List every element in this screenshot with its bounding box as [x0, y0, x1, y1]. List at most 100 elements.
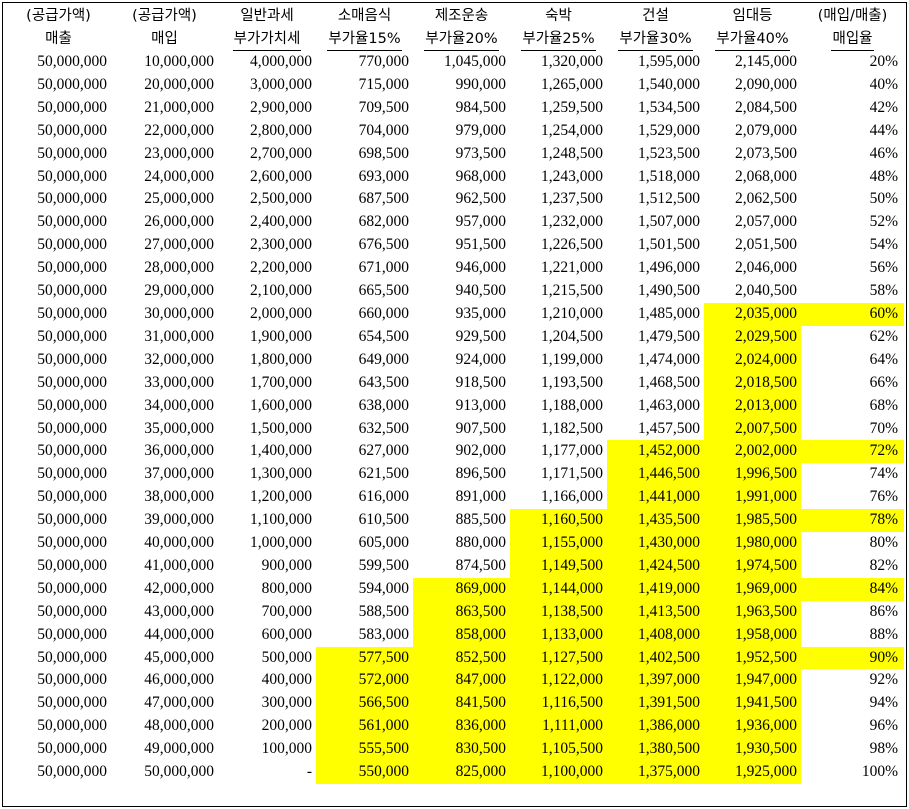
- purchase-cell: 48,000,000: [144, 717, 214, 735]
- table-row: 50,000,000 23,000,000 2,700,000 698,500 973,…: [6, 143, 904, 166]
- sales-cell: 50,000,000: [37, 763, 107, 781]
- lodging-vat-cell: 1,166,000: [541, 488, 603, 506]
- purchase-ratio-cell: 88%: [869, 625, 898, 643]
- retail-food-vat-cell: 654,500: [358, 327, 409, 345]
- header-purchase-top: (공급가액): [132, 8, 197, 24]
- retail-food-vat-cell: 550,000: [316, 761, 413, 784]
- construction-vat-cell: 1,540,000: [638, 75, 700, 93]
- rental-vat-cell: 1,974,500: [704, 554, 801, 578]
- table-row: 50,000,000 29,000,000 2,100,000 665,500 940,…: [6, 280, 904, 303]
- purchase-ratio-cell: 98%: [869, 740, 898, 758]
- construction-vat-cell: 1,380,500: [607, 738, 704, 762]
- sales-cell: 50,000,000: [37, 327, 107, 345]
- rental-vat-cell: 1,947,000: [704, 669, 801, 693]
- vat-table-sheet: (공급가액) (공급가액) 일반과세 소매음식 제조운송 숙박 건설 임대등 (…: [2, 2, 907, 807]
- sales-cell: 50,000,000: [37, 98, 107, 116]
- table-row: 50,000,000 34,000,000 1,600,000 638,000 913,…: [6, 394, 904, 418]
- purchase-ratio-cell: 54%: [869, 236, 898, 254]
- construction-vat-cell: 1,490,500: [638, 282, 700, 300]
- manufacturing-transport-vat-cell: 830,500: [413, 738, 510, 762]
- purchase-ratio-cell: 78%: [801, 509, 904, 533]
- table-row: 50,000,000 35,000,000 1,500,000 632,500 907,…: [6, 417, 904, 441]
- sales-cell: 50,000,000: [37, 53, 107, 70]
- purchase-cell: 50,000,000: [144, 763, 214, 781]
- purchase-ratio-cell: 58%: [869, 282, 898, 300]
- purchase-cell: 45,000,000: [144, 648, 214, 666]
- purchase-ratio-cell: 42%: [869, 98, 898, 116]
- manufacturing-transport-vat-cell: 973,500: [455, 144, 506, 162]
- table-row: 50,000,000 30,000,000 2,000,000 660,000 935,…: [6, 302, 904, 326]
- header-row-top: (공급가액) (공급가액) 일반과세 소매음식 제조운송 숙박 건설 임대등 (…: [6, 5, 904, 28]
- general-vat-cell: 2,800,000: [250, 121, 312, 139]
- general-vat-cell: 1,200,000: [250, 488, 312, 506]
- retail-food-vat-cell: 605,000: [358, 534, 409, 552]
- construction-vat-cell: 1,419,000: [607, 577, 704, 601]
- retail-food-vat-cell: 698,500: [358, 144, 409, 162]
- general-vat-cell: 800,000: [261, 579, 312, 597]
- table-row: 50,000,000 10,000,000 4,000,000 770,000 1,04…: [6, 51, 904, 74]
- sales-cell: 50,000,000: [37, 373, 107, 391]
- lodging-vat-cell: 1,204,500: [541, 327, 603, 345]
- construction-vat-cell: 1,430,000: [607, 532, 704, 555]
- sales-cell: 50,000,000: [37, 648, 107, 666]
- purchase-cell: 10,000,000: [144, 53, 214, 70]
- lodging-vat-cell: 1,127,500: [510, 646, 607, 670]
- construction-vat-cell: 1,424,500: [607, 554, 704, 578]
- rental-vat-cell: 2,002,000: [704, 440, 801, 464]
- lodging-vat-cell: 1,122,000: [510, 669, 607, 693]
- manufacturing-transport-vat-cell: 896,500: [455, 465, 506, 483]
- manufacturing-transport-vat-cell: 1,045,000: [444, 53, 506, 70]
- construction-vat-cell: 1,402,500: [607, 646, 704, 670]
- manufacturing-transport-vat-cell: 863,500: [413, 600, 510, 624]
- general-vat-cell: 1,000,000: [250, 534, 312, 552]
- general-vat-cell: 200,000: [261, 717, 312, 735]
- manufacturing-transport-vat-cell: 968,000: [455, 167, 506, 185]
- manufacturing-transport-vat-cell: 885,500: [455, 511, 506, 529]
- sales-cell: 50,000,000: [37, 579, 107, 597]
- lodging-vat-cell: 1,100,000: [510, 761, 607, 784]
- purchase-cell: 35,000,000: [144, 419, 214, 437]
- general-vat-cell: 3,000,000: [250, 75, 312, 93]
- lodging-vat-cell: 1,259,500: [541, 98, 603, 116]
- purchase-cell: 49,000,000: [144, 740, 214, 758]
- general-vat-cell: 1,400,000: [250, 442, 312, 460]
- purchase-cell: 40,000,000: [144, 534, 214, 552]
- purchase-ratio-cell: 56%: [869, 259, 898, 277]
- header-purchase-ratio: 매입율: [801, 28, 904, 51]
- header-retail-food-rate: 부가율15%: [316, 28, 413, 51]
- retail-food-vat-cell: 555,500: [316, 738, 413, 762]
- general-vat-cell: 2,600,000: [250, 167, 312, 185]
- purchase-cell: 29,000,000: [144, 282, 214, 300]
- vat-rate-table: (공급가액) (공급가액) 일반과세 소매음식 제조운송 숙박 건설 임대등 (…: [6, 5, 904, 784]
- construction-vat-cell: 1,479,500: [638, 327, 700, 345]
- general-vat-cell: 900,000: [261, 556, 312, 574]
- construction-vat-cell: 1,468,500: [638, 373, 700, 391]
- retail-food-vat-cell: 621,500: [358, 465, 409, 483]
- general-vat-cell: 2,100,000: [250, 282, 312, 300]
- rental-vat-cell: 2,046,000: [735, 259, 797, 277]
- table-row: 50,000,000 43,000,000 700,000 588,500 863,50…: [6, 600, 904, 624]
- sales-cell: 50,000,000: [37, 694, 107, 712]
- lodging-vat-cell: 1,210,000: [541, 304, 603, 322]
- lodging-vat-cell: 1,171,500: [541, 465, 603, 483]
- lodging-vat-cell: 1,248,500: [541, 144, 603, 162]
- purchase-ratio-cell: 60%: [801, 302, 904, 326]
- rental-vat-cell: 1,958,000: [704, 623, 801, 647]
- purchase-ratio-cell: 40%: [869, 75, 898, 93]
- purchase-cell: 39,000,000: [144, 511, 214, 529]
- rental-vat-cell: 1,941,500: [704, 692, 801, 716]
- sales-cell: 50,000,000: [37, 740, 107, 758]
- general-vat-cell: 2,200,000: [250, 259, 312, 277]
- table-row: 50,000,000 37,000,000 1,300,000 621,500 896,…: [6, 463, 904, 487]
- header-construction-rate: 부가율30%: [607, 28, 704, 51]
- purchase-ratio-cell: 84%: [801, 577, 904, 601]
- retail-food-vat-cell: 671,000: [358, 259, 409, 277]
- general-vat-cell: 2,500,000: [250, 190, 312, 208]
- retail-food-vat-cell: 632,500: [358, 419, 409, 437]
- table-row: 50,000,000 44,000,000 600,000 583,000 858,00…: [6, 623, 904, 647]
- purchase-ratio-cell: 94%: [869, 694, 898, 712]
- lodging-vat-cell: 1,111,000: [510, 715, 607, 739]
- purchase-ratio-cell: 50%: [869, 190, 898, 208]
- manufacturing-transport-vat-cell: 957,000: [455, 213, 506, 231]
- purchase-cell: 24,000,000: [144, 167, 214, 185]
